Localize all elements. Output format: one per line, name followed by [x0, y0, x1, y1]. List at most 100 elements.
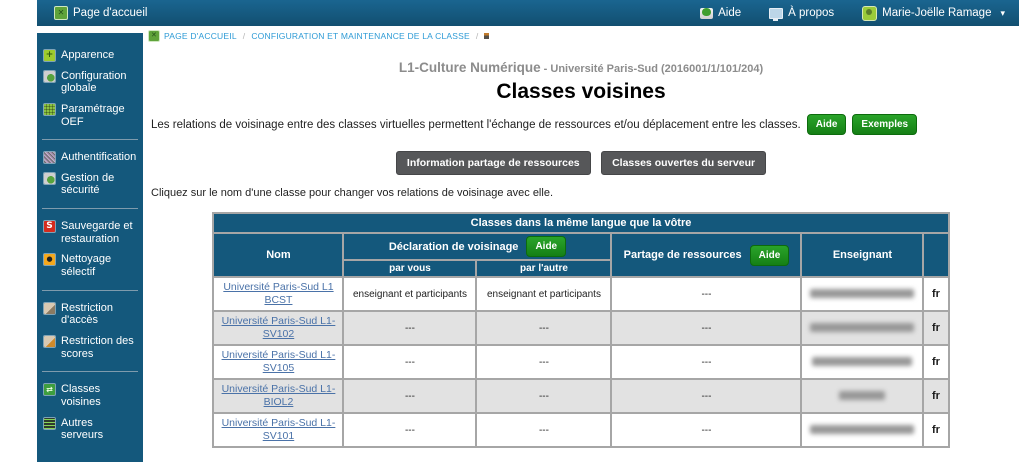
sidebar-item-label: Configuration globale	[61, 70, 137, 95]
enseignant-cell	[801, 379, 923, 413]
sidebar-item-autres-serveurs[interactable]: Autres serveurs	[37, 413, 143, 446]
servers-icon	[44, 418, 55, 429]
class-id: - Université Paris-Sud (2016001/1/101/20…	[541, 63, 764, 75]
table-row: Université Paris-Sud L1 BCSTenseignant e…	[213, 277, 948, 311]
column-header-nom: Nom	[213, 233, 343, 277]
enseignant-cell	[801, 277, 923, 311]
breadcrumb: PAGE D'ACCUEIL / CONFIGURATION ET MAINTE…	[148, 28, 1019, 44]
sidebar-item-label: Restriction des scores	[61, 335, 137, 360]
table-row: Université Paris-Sud L1-BIOL2---------fr	[213, 379, 948, 413]
sidebar-item-sauvegarde-et-restauration[interactable]: Sauvegarde et restauration	[37, 216, 143, 249]
class-name-link[interactable]: Université Paris-Sud L1-SV102	[218, 315, 338, 341]
partage-label: Partage de ressources	[624, 249, 742, 261]
partage-cell: ---	[611, 345, 801, 379]
home-link-label: Page d'accueil	[73, 7, 147, 19]
sidebar-item-authentification[interactable]: Authentification	[37, 147, 143, 168]
topbar-right: Aide À propos Marie-Joëlle Ramage ▾	[700, 6, 1005, 21]
declaration-aide-button[interactable]: Aide	[526, 236, 566, 257]
scores-icon	[44, 336, 55, 347]
help-link[interactable]: Aide	[700, 7, 741, 19]
aide-button[interactable]: Aide	[807, 114, 847, 135]
breadcrumb-config-label: CONFIGURATION ET MAINTENANCE DE LA CLASS…	[251, 31, 470, 41]
help-link-label: Aide	[718, 7, 741, 19]
decl-par-autre-cell: ---	[476, 345, 611, 379]
wims-home-icon	[148, 30, 160, 42]
language-cell: fr	[923, 311, 948, 345]
class-name-link[interactable]: Université Paris-Sud L1-SV105	[218, 349, 338, 375]
column-header-partage: Partage de ressources Aide	[611, 233, 801, 277]
class-heading: L1-Culture Numérique - Université Paris-…	[143, 59, 1019, 77]
table-header-row: Nom Déclaration de voisinage Aide Partag…	[213, 233, 948, 260]
decl-par-vous-cell: ---	[343, 379, 476, 413]
pattern-icon	[44, 152, 55, 163]
sidebar-item-parametrage-oef[interactable]: Paramétrage OEF	[37, 99, 143, 132]
sidebar-item-restriction-des-scores[interactable]: Restriction des scores	[37, 331, 143, 364]
decl-par-autre-cell: ---	[476, 413, 611, 447]
user-name: Marie-Joëlle Ramage	[882, 7, 991, 19]
breadcrumb-home-link[interactable]: PAGE D'ACCUEIL	[148, 30, 237, 42]
access-icon	[44, 303, 55, 314]
sidebar-item-label: Sauvegarde et restauration	[61, 220, 137, 245]
enseignant-cell	[801, 345, 923, 379]
partage-cell: ---	[611, 379, 801, 413]
breadcrumb-config-link[interactable]: CONFIGURATION ET MAINTENANCE DE LA CLASS…	[251, 31, 470, 41]
security-icon	[44, 173, 55, 184]
class-name-link[interactable]: Université Paris-Sud L1-SV101	[218, 417, 338, 443]
redacted-enseignant-name	[810, 289, 914, 298]
about-icon	[769, 8, 783, 19]
partage-cell: ---	[611, 277, 801, 311]
redacted-enseignant-name	[810, 425, 914, 434]
language-cell: fr	[923, 345, 948, 379]
declaration-label: Déclaration de voisinage	[389, 241, 519, 253]
class-name-cell: Université Paris-Sud L1-SV102	[213, 311, 343, 345]
sidebar-divider	[42, 290, 138, 291]
page-title: Classes voisines	[143, 80, 1019, 104]
sidebar: Apparence Configuration globale Paramétrag…	[37, 33, 143, 462]
class-name-link[interactable]: Université Paris-Sud L1 BCST	[218, 281, 338, 307]
sidebar-item-label: Apparence	[61, 49, 114, 62]
home-link[interactable]: Page d'accueil	[54, 6, 147, 20]
sidebar-item-configuration-globale[interactable]: Configuration globale	[37, 66, 143, 99]
class-name: L1-Culture Numérique	[399, 60, 541, 75]
neighbors-table: Classes dans la même langue que la vôtre…	[212, 212, 949, 448]
sidebar-item-label: Authentification	[61, 151, 136, 164]
about-link[interactable]: À propos	[769, 7, 834, 19]
sidebar-divider	[42, 139, 138, 140]
table-caption-row: Classes dans la même langue que la vôtre	[213, 213, 948, 233]
sidebar-item-gestion-de-securite[interactable]: Gestion de sécurité	[37, 168, 143, 201]
plus-icon	[44, 50, 55, 61]
decl-par-autre-cell: enseignant et participants	[476, 277, 611, 311]
decl-par-vous-cell: enseignant et participants	[343, 277, 476, 311]
partage-cell: ---	[611, 413, 801, 447]
classes-ouvertes-button[interactable]: Classes ouvertes du serveur	[601, 151, 766, 175]
toolbar: Information partage de ressources Classe…	[143, 151, 1019, 175]
exemples-button[interactable]: Exemples	[852, 114, 917, 135]
breadcrumb-separator: /	[476, 31, 479, 41]
clean-icon	[44, 254, 55, 265]
chevron-down-icon: ▾	[1000, 8, 1005, 19]
intro-line: Les relations de voisinage entre des cla…	[151, 114, 1011, 135]
decl-par-autre-cell: ---	[476, 379, 611, 413]
top-bar: Page d'accueil Aide À propos Marie-Joëll…	[37, 0, 1019, 26]
column-header-par-vous: par vous	[343, 260, 476, 277]
redacted-enseignant-name	[839, 391, 885, 400]
table-row: Université Paris-Sud L1-SV101---------fr	[213, 413, 948, 447]
info-partage-button[interactable]: Information partage de ressources	[396, 151, 591, 175]
sidebar-item-classes-voisines[interactable]: Classes voisines	[37, 379, 143, 412]
class-name-cell: Université Paris-Sud L1-BIOL2	[213, 379, 343, 413]
class-name-cell: Université Paris-Sud L1-SV105	[213, 345, 343, 379]
globe-folder-icon	[44, 71, 55, 82]
grid-icon	[44, 104, 55, 115]
sidebar-item-restriction-dacces[interactable]: Restriction d'accès	[37, 298, 143, 331]
current-page-icon	[484, 33, 489, 39]
partage-aide-button[interactable]: Aide	[750, 245, 790, 266]
column-header-declaration: Déclaration de voisinage Aide	[343, 233, 611, 260]
neighbors-icon	[44, 384, 55, 395]
user-menu[interactable]: Marie-Joëlle Ramage ▾	[862, 6, 1005, 21]
column-header-enseignant: Enseignant	[801, 233, 923, 277]
sidebar-item-nettoyage-selectif[interactable]: Nettoyage sélectif	[37, 249, 143, 282]
class-name-link[interactable]: Université Paris-Sud L1-BIOL2	[218, 383, 338, 409]
table-body: Université Paris-Sud L1 BCSTenseignant e…	[213, 277, 948, 447]
language-cell: fr	[923, 277, 948, 311]
sidebar-item-apparence[interactable]: Apparence	[37, 45, 143, 66]
